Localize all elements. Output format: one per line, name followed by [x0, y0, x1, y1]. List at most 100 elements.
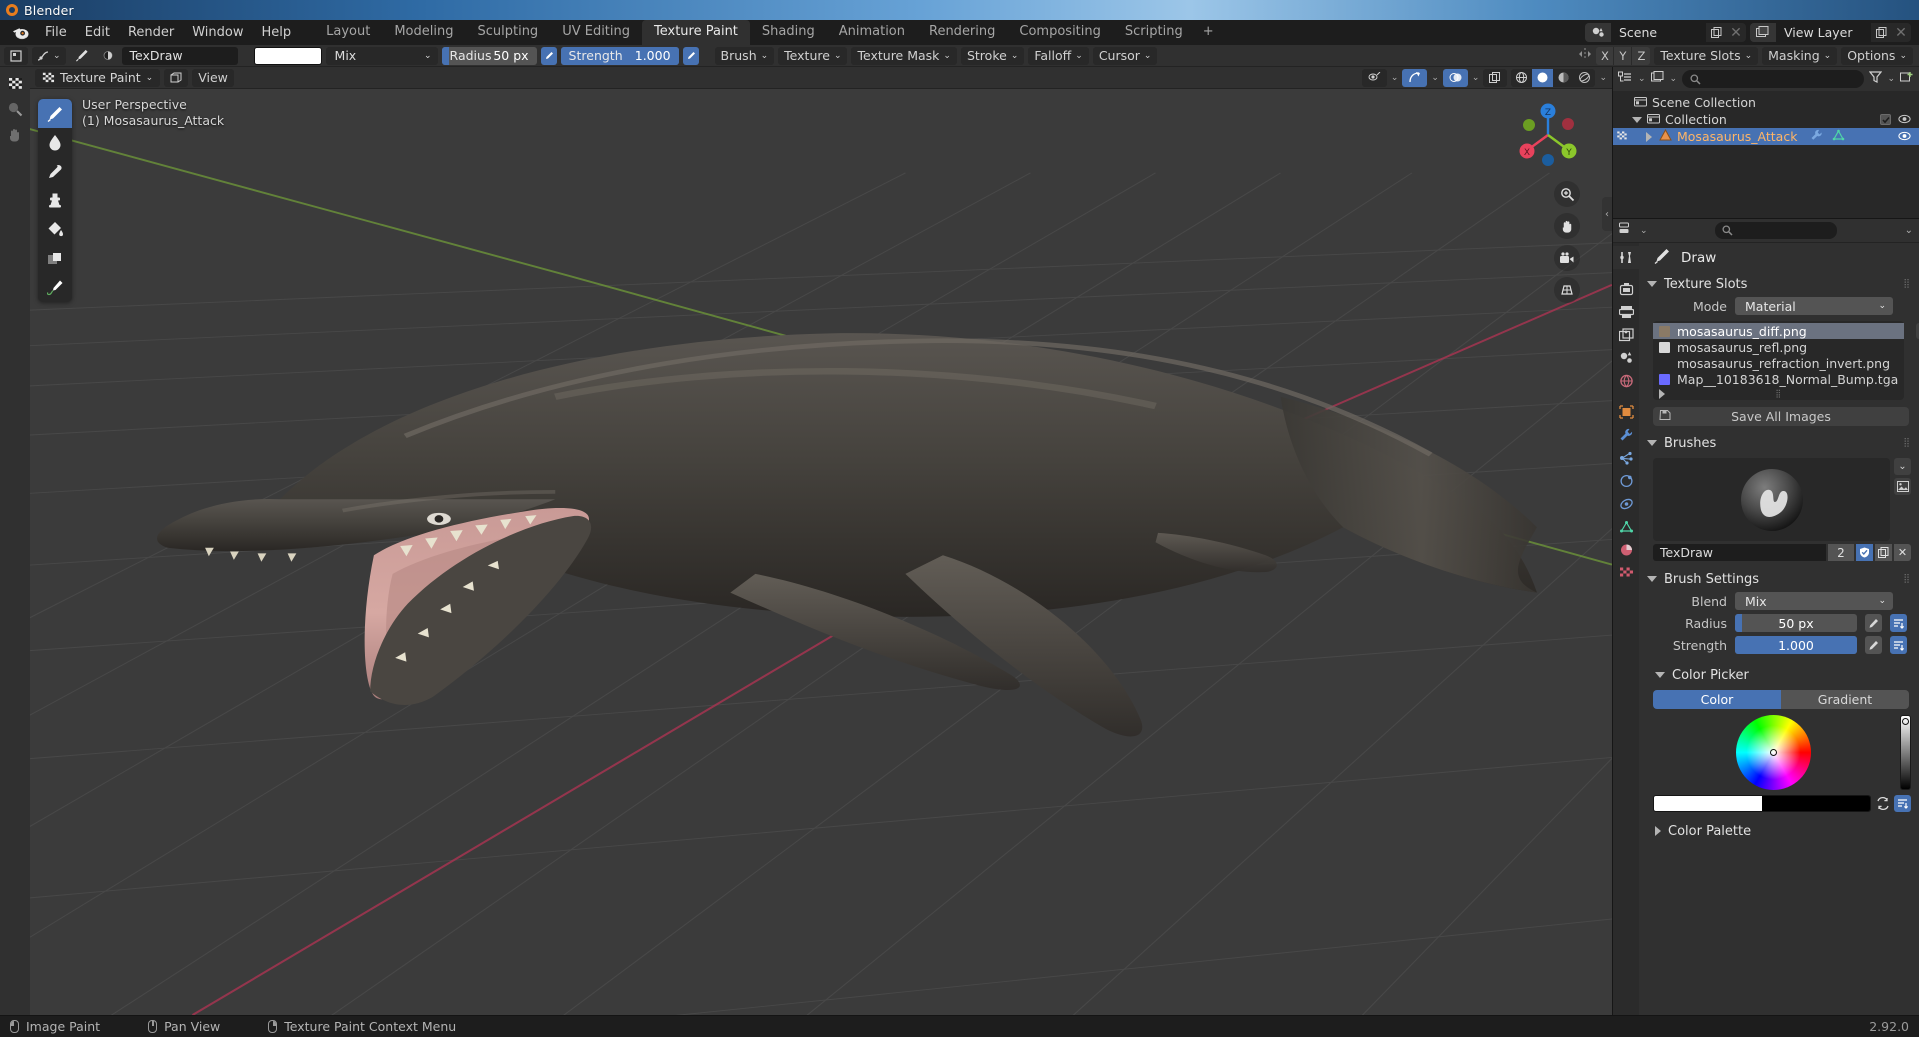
outliner-filter-id-icon[interactable] — [1651, 71, 1665, 88]
navigation-gizmo[interactable]: Z X Y — [1510, 97, 1586, 173]
outliner-row-scene-collection[interactable]: Scene Collection — [1613, 94, 1919, 111]
texture-slot-row[interactable]: Map__10183618_Normal_Bump.tga — [1653, 371, 1904, 387]
collection-checkbox[interactable] — [1880, 114, 1891, 125]
menu-texture-mask[interactable]: Texture Mask⌄ — [851, 47, 956, 65]
radius-slider[interactable]: Radius 50 px — [442, 47, 537, 65]
workspace-tab-scripting[interactable]: Scripting — [1113, 20, 1195, 45]
mesh-data-icon[interactable] — [1832, 129, 1845, 144]
tool-draw[interactable] — [38, 99, 72, 128]
menu-help[interactable]: Help — [253, 22, 301, 44]
list-resize-grip[interactable]: ⣿ — [1775, 389, 1782, 398]
menu-file[interactable]: File — [36, 22, 76, 44]
workspace-tab-compositing[interactable]: Compositing — [1007, 20, 1113, 45]
properties-tab-world[interactable] — [1613, 369, 1639, 392]
editor-type-button[interactable] — [4, 47, 28, 65]
chevron-down-icon[interactable]: ⌄ — [1894, 458, 1911, 475]
shading-rendered-button[interactable] — [1574, 69, 1595, 87]
tool-smear[interactable] — [38, 157, 72, 186]
menu-cursor[interactable]: Cursor⌄ — [1093, 47, 1158, 65]
properties-tab-texture[interactable] — [1613, 561, 1639, 584]
object-mode-icon[interactable] — [164, 69, 188, 87]
primary-secondary-color-swatch[interactable] — [1653, 795, 1871, 812]
properties-tab-object-data[interactable] — [1613, 515, 1639, 538]
add-workspace-button[interactable]: + — [1195, 20, 1222, 45]
interaction-mode-dropdown[interactable]: Texture Paint ⌄ — [35, 69, 160, 87]
workspace-tab-texture-paint[interactable]: Texture Paint — [642, 20, 750, 45]
menu-masking[interactable]: Masking⌄ — [1762, 47, 1837, 65]
value-slider[interactable] — [1900, 715, 1911, 790]
symmetry-y-toggle[interactable]: Y — [1614, 47, 1632, 65]
blend-dropdown[interactable]: Mix⌄ — [1735, 592, 1893, 610]
visibility-eye-icon[interactable] — [1898, 112, 1911, 127]
workspace-tab-animation[interactable]: Animation — [827, 20, 917, 45]
workspace-tab-rendering[interactable]: Rendering — [917, 20, 1007, 45]
panel-header-color-picker[interactable]: Color Picker — [1639, 664, 1919, 686]
tool-clone[interactable] — [38, 186, 72, 215]
tool-fill[interactable] — [38, 215, 72, 244]
texture-slot-mode-dropdown[interactable]: Material⌄ — [1735, 297, 1893, 315]
zoom-icon[interactable] — [1554, 181, 1580, 207]
overlays-icon[interactable] — [1443, 69, 1468, 87]
workspace-tab-shading[interactable]: Shading — [750, 20, 827, 45]
shading-wireframe-button[interactable] — [1511, 69, 1532, 87]
panel-header-texture-slots[interactable]: Texture Slots ⣿ — [1639, 273, 1919, 295]
texture-slot-row[interactable]: mosasaurus_diff.png — [1653, 323, 1904, 339]
pan-hand-icon[interactable] — [1554, 213, 1580, 239]
view-layer-selector[interactable]: View Layer ✕ — [1750, 23, 1911, 42]
brush-users-count[interactable]: 2 — [1828, 544, 1854, 561]
object-visibility-icon[interactable] — [1362, 69, 1387, 87]
texture-sphere-icon[interactable] — [98, 47, 118, 65]
outliner-row-mosasaurus-attack[interactable]: Mosasaurus_Attack — [1613, 128, 1919, 145]
strength-value-slider[interactable]: 1.000 — [1735, 636, 1857, 654]
brush-icon[interactable] — [70, 47, 94, 65]
fake-user-shield-icon[interactable] — [1856, 544, 1873, 561]
symmetry-x-toggle[interactable]: X — [1596, 47, 1614, 65]
strength-slider[interactable]: Strength 1.000 — [561, 47, 679, 65]
tool-soften[interactable] — [38, 128, 72, 157]
visibility-eye-icon[interactable] — [1898, 129, 1911, 144]
panel-header-color-palette[interactable]: Color Palette — [1639, 820, 1919, 842]
properties-tab-modifiers[interactable] — [1613, 423, 1639, 446]
viewport-view-menu[interactable]: View — [192, 69, 234, 87]
viewport-canvas[interactable]: User Perspective (1) Mosasaurus_Attack — [30, 89, 1612, 1015]
gradient-tab[interactable]: Gradient — [1781, 690, 1909, 709]
outliner-display-icon[interactable] — [1618, 71, 1633, 88]
radius-value-slider[interactable]: 50 px — [1735, 614, 1857, 632]
workspace-tab-uv-editing[interactable]: UV Editing — [550, 20, 642, 45]
properties-tab-physics[interactable] — [1613, 469, 1639, 492]
brush-name-value[interactable]: TexDraw — [1653, 544, 1826, 561]
new-collection-icon[interactable] — [1900, 71, 1914, 88]
shading-material-preview-button[interactable] — [1553, 69, 1574, 87]
viewport-sidebar-toggle[interactable]: ‹ — [1602, 197, 1612, 231]
workspace-tab-sculpting[interactable]: Sculpting — [465, 20, 550, 45]
value-slider-cursor[interactable] — [1902, 718, 1909, 725]
duplicate-icon[interactable] — [1875, 544, 1892, 561]
color-wheel[interactable] — [1736, 715, 1811, 790]
color-wheel-cursor[interactable] — [1770, 749, 1777, 756]
menu-render[interactable]: Render — [119, 22, 183, 44]
properties-tab-particles[interactable] — [1613, 446, 1639, 469]
properties-search-input[interactable] — [1715, 222, 1837, 239]
remove-view-layer-button[interactable]: ✕ — [1891, 23, 1911, 42]
animate-property-icon[interactable] — [1894, 795, 1911, 812]
color-tab[interactable]: Color — [1653, 690, 1781, 709]
texture-slot-row[interactable]: mosasaurus_refraction_invert.png — [1653, 355, 1904, 371]
blend-mode-dropdown[interactable]: Mix⌄ — [326, 47, 438, 65]
modifier-wrench-icon[interactable] — [1810, 129, 1823, 144]
texture-paint-mode-icon[interactable] — [3, 71, 27, 95]
scene-selector[interactable]: Scene ✕ — [1585, 23, 1746, 42]
radius-pressure-toggle[interactable] — [541, 47, 557, 65]
secondary-color[interactable] — [1762, 796, 1870, 811]
camera-icon[interactable] — [1554, 245, 1580, 271]
properties-tab-view-layer[interactable] — [1613, 323, 1639, 346]
panel-header-brushes[interactable]: Brushes ⣿ — [1639, 432, 1919, 454]
brush-preview[interactable] — [1653, 458, 1890, 541]
pan-hand-icon[interactable] — [3, 123, 27, 147]
save-all-images-button[interactable]: Save All Images — [1653, 407, 1909, 426]
animate-property-icon[interactable] — [1890, 636, 1907, 654]
pressure-icon[interactable] — [1865, 636, 1882, 654]
workspace-tab-layout[interactable]: Layout — [314, 20, 382, 45]
unlink-scene-button[interactable]: ✕ — [1726, 23, 1746, 42]
menu-edit[interactable]: Edit — [76, 22, 119, 44]
image-icon[interactable] — [1894, 478, 1911, 495]
